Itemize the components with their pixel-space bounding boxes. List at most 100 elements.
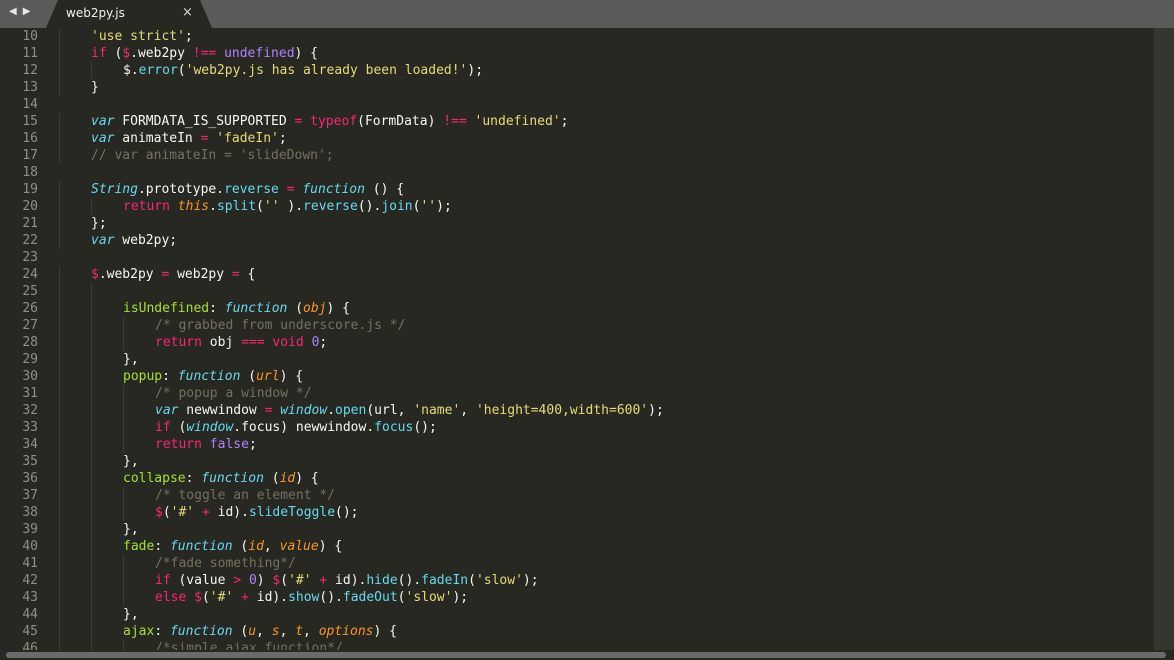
code-editor[interactable]: 10'use strict'; 11 if ($.web2py !== undef… xyxy=(0,28,1174,650)
code-line[interactable]: 14 xyxy=(0,96,38,113)
indent-guide xyxy=(91,487,92,504)
scrollbar-thumb[interactable] xyxy=(6,652,1166,658)
indent-guide xyxy=(91,470,92,487)
code-line[interactable]: 11 if ($.web2py !== undefined) { xyxy=(0,45,318,62)
tab-back-icon[interactable]: ◀ xyxy=(9,6,17,18)
code-token: } xyxy=(91,80,99,95)
code-text: fade: function (id, value) { xyxy=(123,538,342,555)
code-line[interactable]: 10'use strict'; xyxy=(0,28,193,45)
code-token: var xyxy=(91,114,115,129)
minimap-viewport[interactable] xyxy=(1154,28,1174,650)
code-token: ); xyxy=(522,573,539,588)
code-line[interactable]: 32 var newwindow = window.open(url, 'name… xyxy=(0,402,664,419)
line-number: 20 xyxy=(22,199,38,214)
code-token: , xyxy=(279,624,296,639)
indent-guide xyxy=(59,351,60,368)
line-number: 44 xyxy=(22,607,38,622)
code-line[interactable]: 36 collapse: function (id) { xyxy=(0,470,319,487)
code-line[interactable]: 12 $.error('web2py.js has already been lo… xyxy=(0,62,483,79)
code-token: ( xyxy=(162,505,171,520)
code-line[interactable]: 19 String.prototype.reverse = function ()… xyxy=(0,181,404,198)
code-line[interactable]: 26 isUndefined: function (obj) { xyxy=(0,300,350,317)
code-token: = xyxy=(286,182,295,197)
code-line[interactable]: 25 xyxy=(0,283,92,300)
line-number: 33 xyxy=(22,420,38,435)
code-line[interactable]: 45 ajax: function (u, s, t, options) { xyxy=(0,623,397,640)
code-token: ajax xyxy=(123,624,155,639)
code-token: 'name' xyxy=(413,403,461,418)
code-token: ( xyxy=(256,199,264,214)
code-line[interactable]: 41 /*fade something*/ xyxy=(0,555,296,572)
code-line[interactable]: 33 if (window.focus) newwindow.focus(); xyxy=(0,419,437,436)
line-number: 12 xyxy=(22,63,38,78)
code-token: id). xyxy=(248,590,289,605)
close-icon[interactable]: × xyxy=(182,5,193,20)
indent-guide xyxy=(59,453,60,470)
code-text: isUndefined: function (obj) { xyxy=(123,300,350,317)
code-line[interactable]: 13} xyxy=(0,79,99,96)
code-text: String.prototype.reverse = function () { xyxy=(91,181,404,198)
code-token: 'use strict' xyxy=(91,29,185,44)
indent-guide xyxy=(91,504,92,521)
code-line[interactable]: 42 if (value > 0) $('#' + id).hide().fade… xyxy=(0,572,539,589)
code-line[interactable]: 20 return this.split('' ).reverse().join(… xyxy=(0,198,452,215)
indent-guide xyxy=(59,436,60,453)
tab-web2py-js[interactable]: web2py.js × xyxy=(46,0,212,28)
code-token: u xyxy=(248,624,257,639)
code-line[interactable]: 24 $.web2py = web2py = { xyxy=(0,266,255,283)
code-line[interactable]: 43 else $('#' + id).show().fadeOut('slow'… xyxy=(0,589,468,606)
code-line[interactable]: 18 xyxy=(0,164,38,181)
tab-forward-icon[interactable]: ▶ xyxy=(23,6,31,18)
code-line[interactable]: 34 return false; xyxy=(0,436,257,453)
code-token: = xyxy=(231,267,240,282)
code-token: . xyxy=(327,403,336,418)
code-line[interactable]: 22 var web2py; xyxy=(0,232,177,249)
code-line[interactable]: 35}, xyxy=(0,453,139,470)
line-number: 36 xyxy=(22,471,38,486)
code-token: ; xyxy=(248,437,257,452)
code-token: focus xyxy=(374,420,414,435)
code-token: '#' xyxy=(170,505,195,520)
code-token: var xyxy=(91,131,115,146)
code-token: function xyxy=(224,301,288,316)
code-token: $ xyxy=(91,267,99,282)
code-line[interactable]: 17 // var animateIn = 'slideDown'; xyxy=(0,147,334,164)
code-token: collapse xyxy=(123,471,186,486)
code-line[interactable]: 37 /* toggle an element */ xyxy=(0,487,335,504)
line-number: 27 xyxy=(22,318,38,333)
horizontal-scrollbar[interactable] xyxy=(0,650,1174,660)
code-token: ); xyxy=(648,403,664,418)
code-line[interactable]: 29}, xyxy=(0,351,139,368)
code-line[interactable]: 39}, xyxy=(0,521,139,538)
code-token: ( xyxy=(106,46,123,61)
code-line[interactable]: 38 $('#' + id).slideToggle(); xyxy=(0,504,359,521)
line-number: 35 xyxy=(22,454,38,469)
code-line[interactable]: 40 fade: function (id, value) { xyxy=(0,538,342,555)
code-token: id xyxy=(279,471,296,486)
code-line[interactable]: 30 popup: function (url) { xyxy=(0,368,303,385)
code-line[interactable]: 21}; xyxy=(0,215,107,232)
code-token: (url, xyxy=(366,403,414,418)
code-line[interactable]: 27 /* grabbed from underscore.js */ xyxy=(0,317,405,334)
code-line[interactable]: 16 var animateIn = 'fadeIn'; xyxy=(0,130,287,147)
code-text: if ($.web2py !== undefined) { xyxy=(91,45,318,62)
line-number: 18 xyxy=(22,165,38,180)
code-line[interactable]: 15 var FORMDATA_IS_SUPPORTED = typeof(For… xyxy=(0,113,568,130)
tab-title: web2py.js xyxy=(66,6,125,20)
code-token: (). xyxy=(397,573,422,588)
code-token: !== xyxy=(192,46,217,61)
code-line[interactable]: 44}, xyxy=(0,606,139,623)
minimap[interactable] xyxy=(1154,28,1174,650)
code-text: /*simple ajax function*/ xyxy=(155,640,343,650)
code-line[interactable]: 23 xyxy=(0,249,38,266)
code-token: ( xyxy=(287,301,304,316)
code-token: /* toggle an element */ xyxy=(155,488,336,503)
code-line[interactable]: 28 return obj === void 0; xyxy=(0,334,327,351)
code-line[interactable]: 31 /* popup a window */ xyxy=(0,385,312,402)
code-line[interactable]: 46 /*simple ajax function*/ xyxy=(0,640,343,650)
